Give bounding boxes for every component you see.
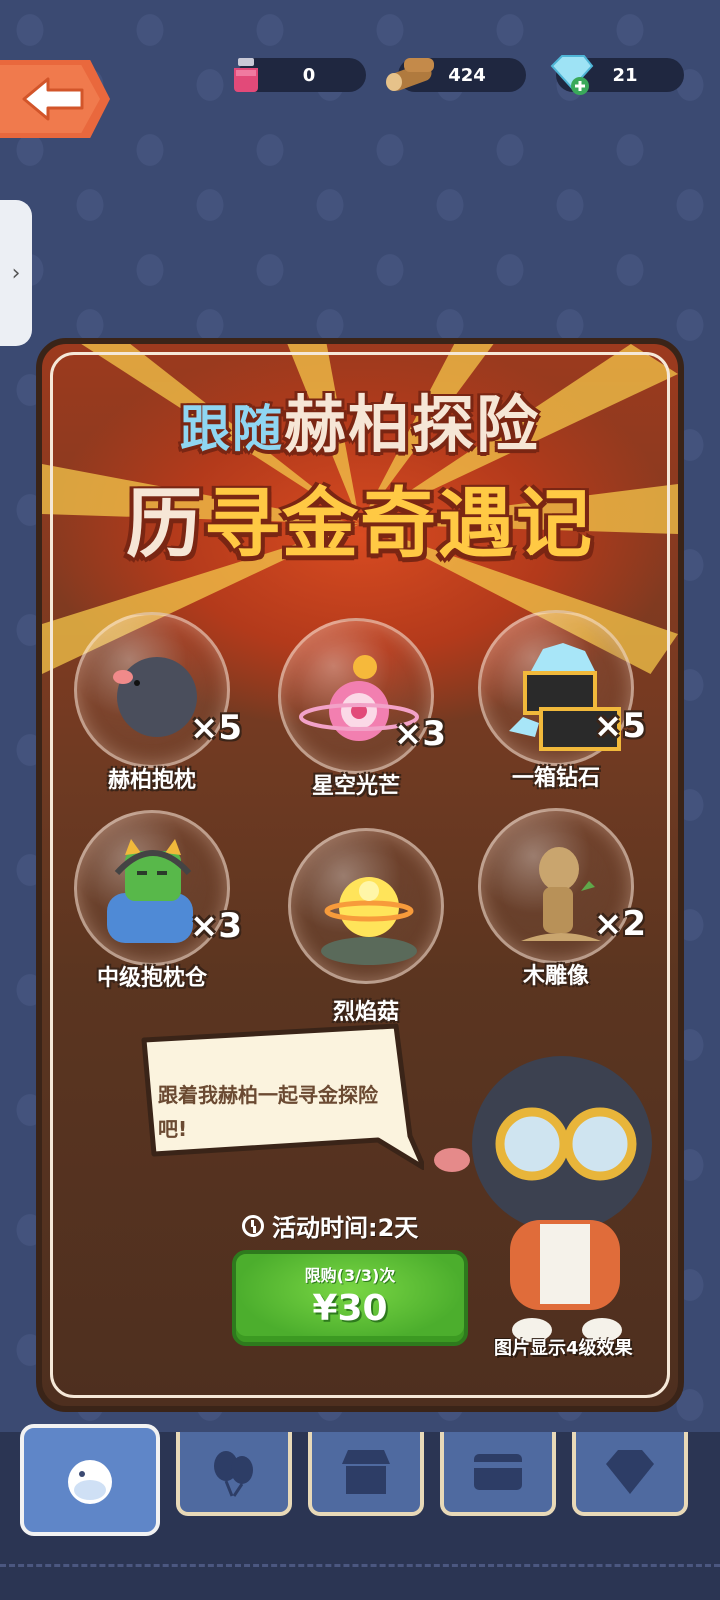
title-gold-part: 寻金奇遇记 [204, 479, 594, 568]
reward-name: 星空光芒 [311, 774, 400, 799]
diamond-count: 21 [612, 64, 638, 86]
event-card: 跟随赫柏探险 历寻金奇遇记 ×5 赫柏抱枕 ×3 星空光芒 ×5 一箱钻石 ×3… [36, 338, 684, 1412]
character-icon [68, 1460, 112, 1504]
reward-quantity: ×5 [189, 708, 242, 748]
reward-name: 木雕像 [522, 964, 589, 989]
wood-icon [386, 58, 434, 91]
reward-item-wood-statue[interactable]: ×2 木雕像 [466, 808, 646, 1008]
event-timer: 活动时间:2天 [242, 1208, 418, 1243]
shop-icon [342, 1450, 390, 1494]
potion-icon [234, 58, 258, 92]
title-main-part: 赫柏探险 [283, 388, 540, 461]
back-button[interactable] [0, 60, 110, 138]
reward-item-mole-pillow[interactable]: ×5 赫柏抱枕 [62, 612, 242, 812]
diamond-icon[interactable] [546, 52, 596, 98]
reward-quantity: ×3 [189, 906, 242, 946]
wood-count: 424 [448, 64, 486, 86]
speech-text: 跟着我赫柏一起寻金探险吧! [158, 1083, 378, 1141]
tab-card[interactable] [440, 1432, 556, 1516]
balloons-icon [214, 1451, 253, 1497]
gem-icon [606, 1450, 654, 1494]
reward-item-pillow-pod[interactable]: ×3 中级抱枕仓 [62, 810, 242, 1010]
preview-note: 图片显示4级效果 [494, 1338, 633, 1359]
side-drawer-tab[interactable]: › [0, 200, 32, 346]
purchase-price: ¥30 [312, 1288, 388, 1329]
reward-name: 中级抱枕仓 [96, 966, 207, 991]
title-light-part: 历 [126, 479, 204, 568]
title-blue-part: 跟随 [179, 400, 284, 458]
event-duration: 活动时间:2天 [272, 1214, 419, 1242]
chevron-right-icon: › [11, 260, 21, 286]
bottom-tab-bar [0, 1424, 720, 1600]
reward-quantity: ×5 [593, 706, 646, 746]
tab-shop[interactable] [308, 1432, 424, 1516]
tab-balloons[interactable] [176, 1432, 292, 1516]
potion-count: 0 [302, 64, 316, 86]
flame-mushroom-icon [321, 877, 417, 965]
tab-character[interactable] [20, 1424, 160, 1536]
reward-bubble [288, 828, 444, 984]
reward-item-star-light[interactable]: ×3 星空光芒 [266, 618, 446, 818]
reward-quantity: ×2 [593, 904, 646, 944]
reward-name: 赫柏抱枕 [107, 768, 196, 793]
tab-gem[interactable] [572, 1432, 688, 1516]
reward-name: 一箱钻石 [511, 766, 600, 791]
reward-item-diamond-box[interactable]: ×5 一箱钻石 [466, 610, 646, 810]
purchase-limit: 限购(3/3)次 [304, 1266, 396, 1285]
purchase-button[interactable]: 限购(3/3)次 ¥30 [232, 1250, 468, 1346]
event-title-line2: 历寻金奇遇记 [42, 462, 678, 572]
clock-icon [242, 1214, 264, 1237]
event-title-line1: 跟随赫柏探险 [42, 374, 678, 464]
reward-item-flame-mushroom[interactable]: 烈焰菇 [276, 828, 456, 1028]
back-arrow-icon [22, 77, 84, 121]
card-icon [474, 1454, 522, 1490]
reward-quantity: ×3 [393, 714, 446, 754]
